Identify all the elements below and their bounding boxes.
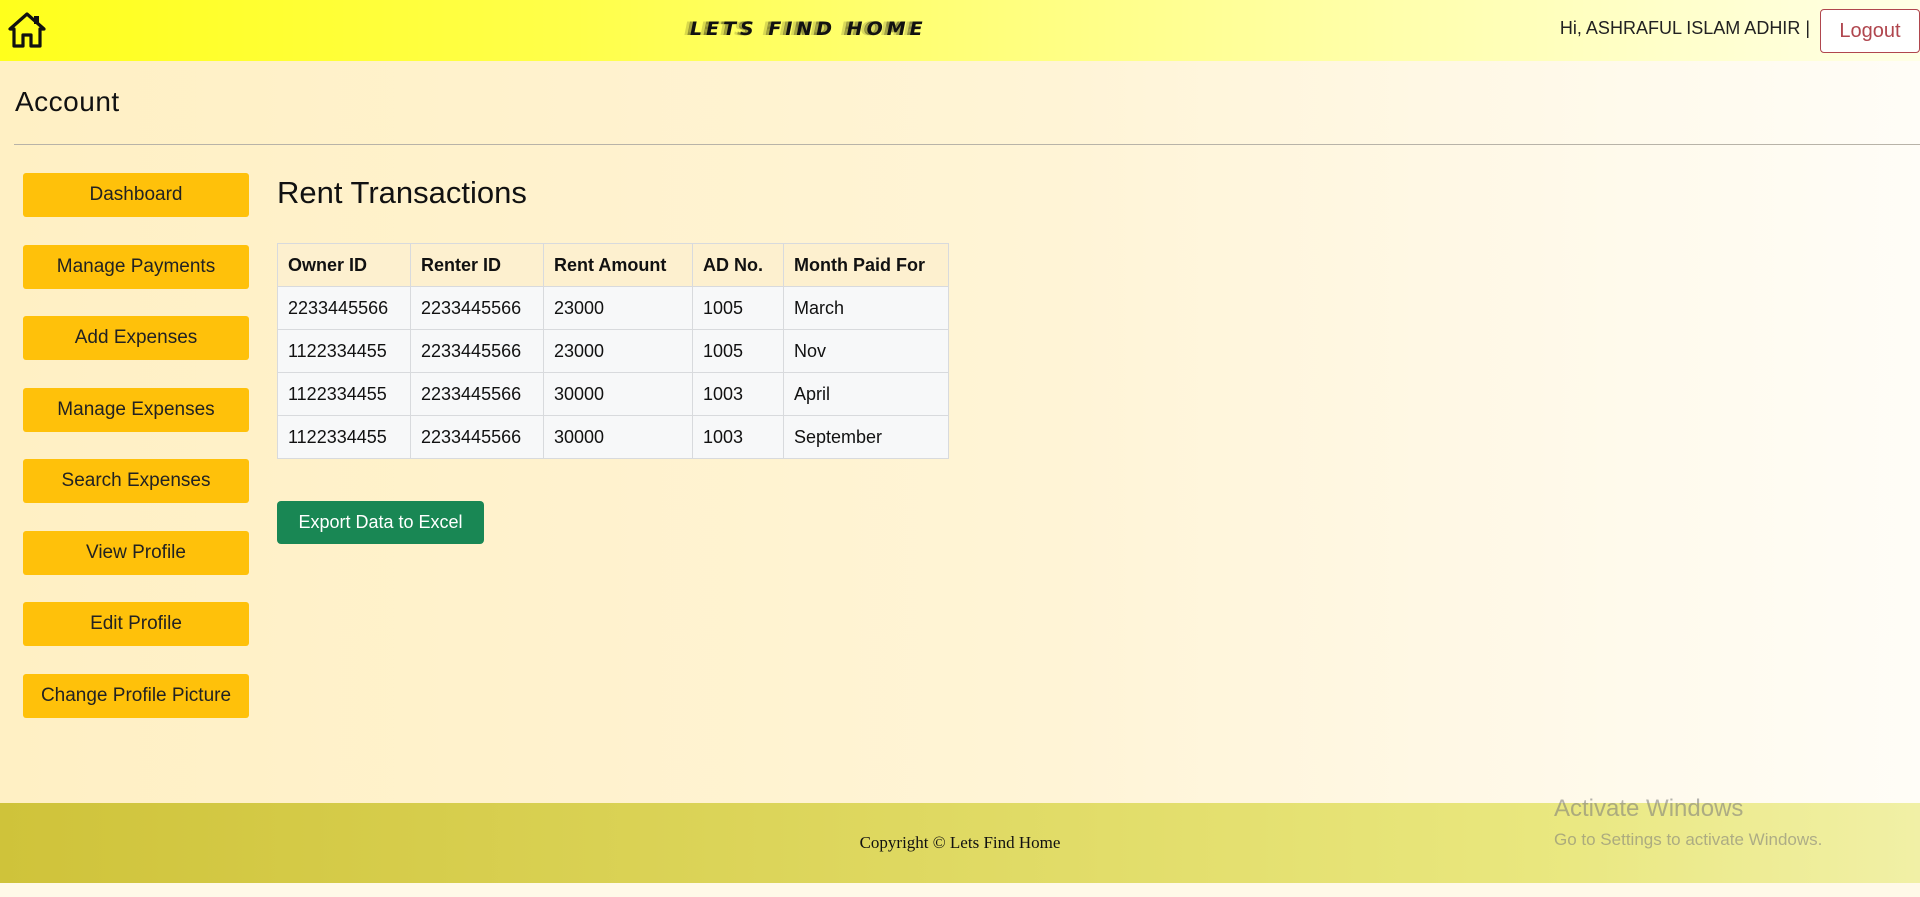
sidebar-item-edit-profile[interactable]: Edit Profile [23, 602, 249, 646]
column-header-month-paid-for: Month Paid For [783, 243, 949, 287]
column-header-rent-amount: Rent Amount [543, 243, 693, 287]
table-row: 2233445566 2233445566 23000 1005 March [277, 286, 949, 330]
cell-renter-id: 2233445566 [410, 415, 544, 459]
sidebar-item-manage-payments[interactable]: Manage Payments [23, 245, 249, 289]
page-divider [14, 144, 1920, 145]
sidebar-item-view-profile[interactable]: View Profile [23, 531, 249, 575]
cell-month-paid-for: September [783, 415, 949, 459]
cell-ad-no: 1003 [692, 415, 784, 459]
cell-rent-amount: 23000 [543, 329, 693, 373]
column-header-owner-id: Owner ID [277, 243, 411, 287]
cell-rent-amount: 30000 [543, 415, 693, 459]
cell-ad-no: 1005 [692, 329, 784, 373]
table-row: 1122334455 2233445566 30000 1003 April [277, 372, 949, 416]
cell-renter-id: 2233445566 [410, 372, 544, 416]
logout-button[interactable]: Logout [1820, 9, 1920, 53]
column-header-ad-no: AD No. [692, 243, 784, 287]
home-icon[interactable] [8, 12, 46, 48]
bottom-strip [0, 883, 1920, 897]
cell-owner-id: 1122334455 [277, 415, 411, 459]
sidebar-item-manage-expenses[interactable]: Manage Expenses [23, 388, 249, 432]
activate-windows-title: Activate Windows [1554, 795, 1744, 822]
section-title: Rent Transactions [277, 175, 527, 210]
cell-renter-id: 2233445566 [410, 286, 544, 330]
brand-logo[interactable]: LETS FIND HOME [690, 18, 923, 44]
page-title: Account [15, 86, 120, 117]
activate-windows-subtitle: Go to Settings to activate Windows. [1554, 830, 1823, 849]
table-row: 1122334455 2233445566 23000 1005 Nov [277, 329, 949, 373]
cell-rent-amount: 30000 [543, 372, 693, 416]
table-row: 1122334455 2233445566 30000 1003 Septemb… [277, 415, 949, 459]
cell-owner-id: 1122334455 [277, 372, 411, 416]
cell-month-paid-for: Nov [783, 329, 949, 373]
rent-transactions-table: Owner ID Renter ID Rent Amount AD No. Mo… [277, 243, 949, 459]
export-excel-button[interactable]: Export Data to Excel [277, 501, 484, 544]
cell-rent-amount: 23000 [543, 286, 693, 330]
sidebar-item-add-expenses[interactable]: Add Expenses [23, 316, 249, 360]
cell-month-paid-for: March [783, 286, 949, 330]
user-greeting: Hi, ASHRAFUL ISLAM ADHIR | [1559, 18, 1810, 38]
cell-owner-id: 2233445566 [277, 286, 411, 330]
sidebar-item-change-profile-picture[interactable]: Change Profile Picture [23, 674, 249, 718]
top-navbar: LETS FIND HOME Hi, ASHRAFUL ISLAM ADHIR … [0, 0, 1920, 61]
cell-ad-no: 1005 [692, 286, 784, 330]
cell-renter-id: 2233445566 [410, 329, 544, 373]
table-header-row: Owner ID Renter ID Rent Amount AD No. Mo… [277, 243, 949, 287]
column-header-renter-id: Renter ID [410, 243, 544, 287]
cell-ad-no: 1003 [692, 372, 784, 416]
cell-owner-id: 1122334455 [277, 329, 411, 373]
sidebar-item-dashboard[interactable]: Dashboard [23, 173, 249, 217]
cell-month-paid-for: April [783, 372, 949, 416]
sidebar-item-search-expenses[interactable]: Search Expenses [23, 459, 249, 503]
